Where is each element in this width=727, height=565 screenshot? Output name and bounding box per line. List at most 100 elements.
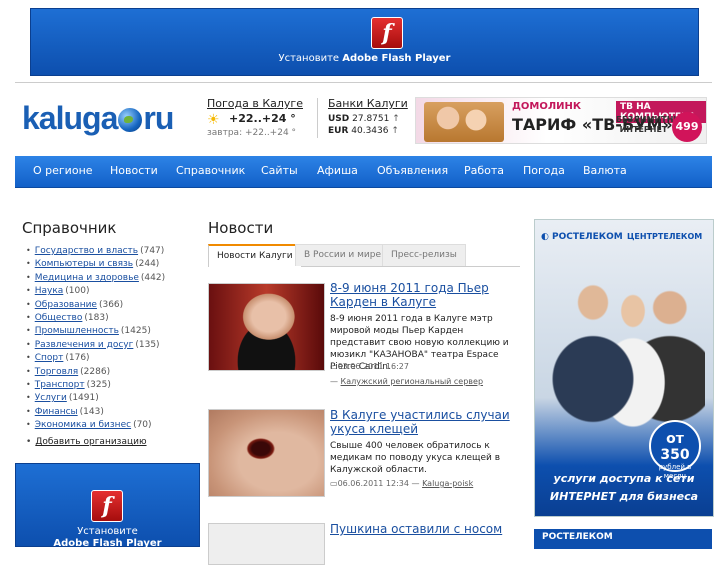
- directory-count: (70): [133, 420, 152, 431]
- vertical-divider: [317, 98, 318, 138]
- main-nav: О регионе Новости Справочник Сайты Афиша…: [15, 156, 712, 188]
- directory-count: (442): [140, 272, 166, 283]
- ad-photo: [545, 260, 705, 430]
- ad-brand: ДОМОЛИНК: [512, 101, 582, 112]
- directory-link[interactable]: Медицина и здоровье: [35, 273, 139, 283]
- news-image[interactable]: [208, 523, 325, 565]
- globe-icon: [118, 108, 143, 132]
- directory-count: (244): [135, 259, 160, 270]
- directory-item: Промышленность(1425): [26, 324, 165, 337]
- sun-icon: ☀: [207, 112, 220, 128]
- news-summary: Свыше 400 человек обратилось к медикам п…: [330, 441, 501, 475]
- ad-text-line1: услуги доступа к сети: [553, 472, 695, 485]
- ad-unlimited: БЕЗЛИМИТНЫЙ ИНТЕРНЕТ: [616, 115, 689, 134]
- news-title: Новости: [208, 219, 274, 237]
- nav-item-ads[interactable]: Объявления: [377, 156, 448, 187]
- nav-item-directory[interactable]: Справочник: [176, 156, 245, 187]
- rostelecom-ad-banner[interactable]: ◐ РОСТЕЛЕКОМ ЦЕНТРТЕЛЕКОМ от 350 рублей в…: [534, 219, 714, 517]
- directory-count: (2286): [80, 366, 111, 377]
- directory-count: (143): [79, 406, 104, 417]
- arrow-up-icon: ↑: [391, 126, 399, 136]
- directory-link[interactable]: Услуги: [35, 393, 67, 403]
- news-image[interactable]: [208, 283, 325, 371]
- weather-link[interactable]: Погода в Калуге: [207, 97, 303, 110]
- directory-item: Государство и власть(747): [26, 244, 165, 257]
- news-tabs: Новости Калуги В России и мире Пресс-рел…: [208, 244, 520, 267]
- plus-icon: •: [26, 437, 32, 447]
- directory-link[interactable]: Наука: [35, 286, 64, 296]
- directory-link[interactable]: Образование: [35, 300, 97, 310]
- domolink-ad-banner[interactable]: ДОМОЛИНК ТВ НА КОМПЬЮТЕРЕ ТАРИФ «ТВ-БУМ»…: [415, 97, 707, 144]
- arrow-up-icon: ↑: [392, 114, 400, 124]
- rostelecom-ad-banner-2[interactable]: РОСТЕЛЕКОМ: [534, 529, 712, 549]
- tab-press-releases[interactable]: Пресс-релизы: [382, 244, 466, 266]
- site-logo[interactable]: kaluga ru: [22, 100, 174, 137]
- tab-russia-world[interactable]: В России и мире: [295, 244, 391, 266]
- add-organization-link[interactable]: Добавить организацию: [35, 437, 146, 447]
- news-headline[interactable]: Пушкина оставили с носом: [330, 522, 515, 536]
- directory-item: Компьютеры и связь(244): [26, 257, 165, 270]
- news-headline[interactable]: В Калуге участились случаи укуса клещей: [330, 408, 515, 436]
- rostelecom-logo-icon: ◐: [541, 232, 549, 242]
- directory-list: Государство и власть(747) Компьютеры и с…: [26, 244, 165, 431]
- flash-player-icon: f: [91, 490, 123, 522]
- directory-item: Торговля(2286): [26, 365, 165, 378]
- left-flash-banner[interactable]: f Установите Adobe Flash Player: [15, 463, 200, 549]
- nav-item-afisha[interactable]: Афиша: [317, 156, 358, 187]
- usd-rate: USD 27.8751 ↑: [328, 114, 400, 124]
- directory-link[interactable]: Торговля: [35, 367, 78, 377]
- directory-link[interactable]: Транспорт: [35, 380, 85, 390]
- ad-photo: [424, 102, 504, 142]
- weather-tomorrow: завтра: +22..+24 °: [207, 128, 297, 138]
- tab-local-news[interactable]: Новости Калуги: [208, 244, 302, 267]
- weather-temp: +22..+24 °: [229, 112, 296, 125]
- directory-count: (100): [65, 286, 90, 297]
- directory-item: Экономика и бизнес(70): [26, 418, 165, 431]
- directory-item: Образование(366): [26, 298, 165, 311]
- directory-item: Услуги(1491): [26, 391, 165, 404]
- flash-product-text: Adobe Flash Player: [53, 538, 162, 549]
- nav-item-news[interactable]: Новости: [110, 156, 158, 187]
- directory-item: Наука(100): [26, 284, 165, 297]
- directory-link[interactable]: Компьютеры и связь: [35, 259, 133, 269]
- directory-link[interactable]: Развлечения и досуг: [35, 340, 134, 350]
- directory-count: (1425): [120, 326, 151, 337]
- directory-item: Медицина и здоровье(442): [26, 271, 165, 284]
- calendar-icon: ▭: [330, 479, 338, 488]
- ad-price-badge: от 350 рублей в месяц: [649, 420, 701, 480]
- directory-count: (747): [140, 246, 165, 256]
- news-source-link[interactable]: Kaluga-poisk: [422, 479, 473, 488]
- directory-count: (183): [84, 312, 109, 323]
- eur-rate: EUR 40.3436 ↑: [328, 126, 399, 136]
- ad-brand-secondary: ЦЕНТРТЕЛЕКОМ: [627, 232, 703, 241]
- directory-title: Справочник: [22, 219, 117, 237]
- top-flash-banner[interactable]: f Установите Adobe Flash Player: [30, 8, 699, 76]
- news-image[interactable]: [208, 409, 325, 497]
- calendar-icon: ▭: [330, 362, 338, 371]
- directory-link[interactable]: Спорт: [35, 353, 64, 363]
- directory-link[interactable]: Финансы: [35, 407, 78, 417]
- directory-count: (325): [86, 379, 111, 390]
- directory-item: Финансы(143): [26, 405, 165, 418]
- nav-item-sites[interactable]: Сайты: [261, 156, 298, 187]
- header-divider: [15, 82, 712, 83]
- nav-item-jobs[interactable]: Работа: [464, 156, 504, 187]
- nav-item-weather[interactable]: Погода: [523, 156, 565, 187]
- directory-item: Общество(183): [26, 311, 165, 324]
- banks-link[interactable]: Банки Калуги: [328, 97, 408, 110]
- ad-text-line2: ИНТЕРНЕТ для бизнеса: [549, 490, 699, 503]
- directory-link[interactable]: Государство и власть: [35, 246, 138, 256]
- flash-install-text: Установите: [77, 526, 138, 537]
- ad-brand: РОСТЕЛЕКОМ: [542, 532, 613, 542]
- directory-link[interactable]: Экономика и бизнес: [35, 420, 131, 430]
- ad-price-badge: 499: [672, 112, 702, 142]
- news-date: ▭03.06.2011 16:27: [330, 362, 409, 371]
- directory-link[interactable]: Промышленность: [35, 326, 119, 336]
- directory-link[interactable]: Общество: [35, 313, 83, 323]
- news-date: ▭06.06.2011 12:34 — Kaluga-poisk: [330, 479, 474, 488]
- news-source-link[interactable]: Калужский региональный сервер: [341, 377, 483, 386]
- directory-count: (366): [98, 299, 124, 310]
- nav-item-region[interactable]: О регионе: [33, 156, 93, 187]
- nav-item-currency[interactable]: Валюта: [583, 156, 627, 187]
- news-headline[interactable]: 8-9 июня 2011 года Пьер Карден в Калуге: [330, 281, 515, 309]
